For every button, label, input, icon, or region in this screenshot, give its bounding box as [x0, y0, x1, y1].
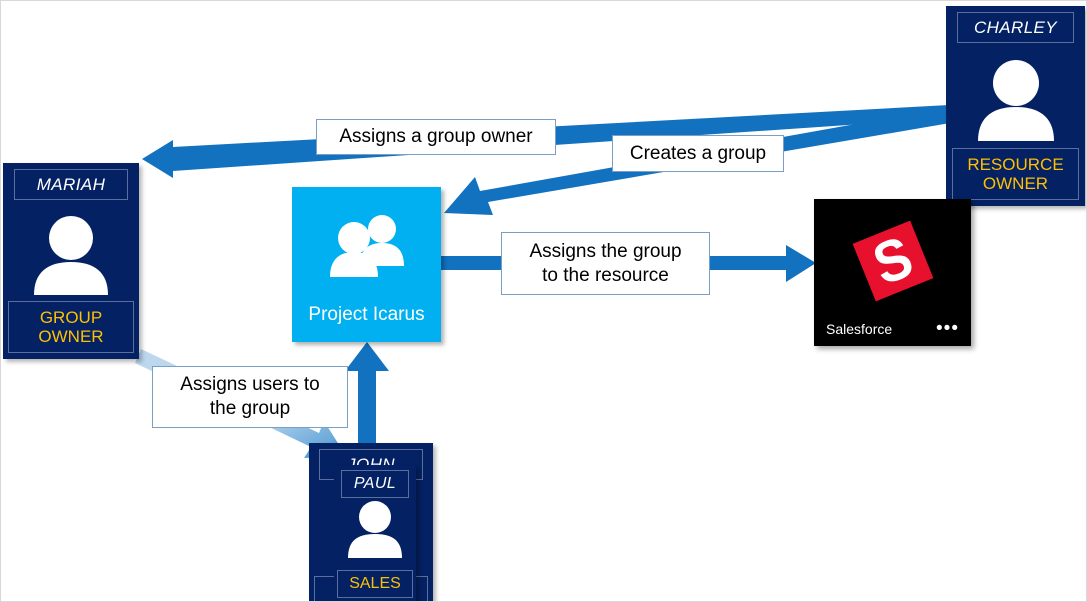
- person-role-charley: RESOURCE OWNER: [951, 148, 1080, 200]
- person-card-charley[interactable]: CHARLEY RESOURCE OWNER: [946, 6, 1085, 206]
- callout-line1: Assigns the group: [529, 240, 682, 262]
- person-role-line1: RESOURCE: [967, 154, 1064, 174]
- avatar-icon: [334, 501, 416, 558]
- diagram-canvas: CHARLEY RESOURCE OWNER MARIAH GROUP OWNE…: [0, 0, 1087, 602]
- person-role-line1: GROUP: [39, 307, 103, 327]
- person-card-mariah[interactable]: MARIAH GROUP OWNER: [3, 163, 139, 359]
- callout-line2: the group: [209, 398, 291, 419]
- salesforce-logo-letter: S: [864, 224, 921, 298]
- group-tile-project-icarus[interactable]: Project Icarus: [292, 187, 441, 342]
- callout-line2: to the resource: [542, 264, 669, 286]
- person-card-paul[interactable]: PAUL SALES: [334, 465, 416, 601]
- callout-line1: Assigns users to: [180, 374, 320, 396]
- people-group-icon: [292, 213, 441, 277]
- salesforce-logo-icon: S: [814, 211, 971, 311]
- person-role-paul: SALES: [337, 570, 413, 598]
- resource-tile-salesforce[interactable]: S Salesforce •••: [814, 199, 971, 346]
- person-role-line2: OWNER: [982, 174, 1049, 193]
- person-role-mariah: GROUP OWNER: [8, 301, 134, 353]
- callout-creates-a-group: Creates a group: [612, 135, 784, 172]
- more-options-icon[interactable]: •••: [936, 320, 959, 338]
- callout-assigns-users-to-the-group: Assigns users to the group: [152, 366, 348, 428]
- callout-assigns-a-group-owner: Assigns a group owner: [316, 119, 556, 155]
- arrow-users-to-group: [345, 342, 389, 453]
- resource-tile-name: Salesforce: [826, 321, 893, 337]
- avatar-icon: [3, 207, 139, 301]
- avatar-icon: [946, 50, 1085, 148]
- callout-assigns-the-group-to-the-resource: Assigns the group to the resource: [501, 232, 710, 295]
- person-role-line2: OWNER: [38, 327, 104, 346]
- person-name-paul: PAUL: [340, 470, 410, 498]
- group-tile-label: Project Icarus: [308, 304, 425, 325]
- resource-tile-footer: Salesforce •••: [814, 312, 971, 346]
- person-name-charley: CHARLEY: [957, 12, 1074, 43]
- person-name-mariah: MARIAH: [13, 169, 129, 200]
